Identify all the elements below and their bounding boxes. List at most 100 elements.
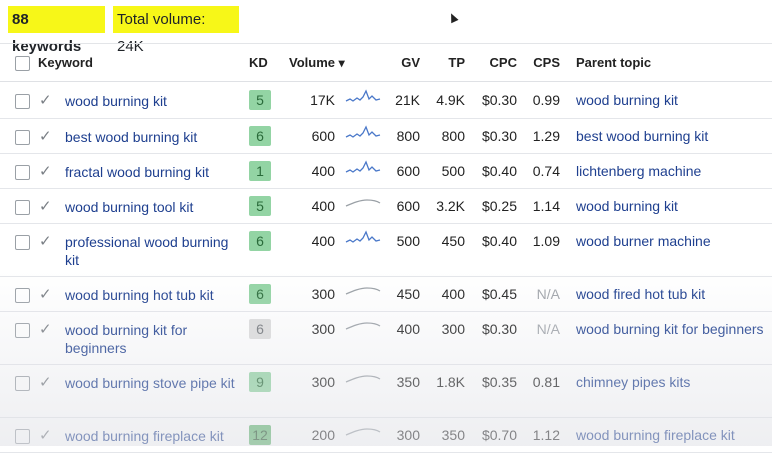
keyword-link[interactable]: professional wood burning kit bbox=[65, 233, 245, 269]
keyword-summary: 88 keywords Total volume: 24K bbox=[0, 0, 772, 55]
cpc-value: $0.40 bbox=[481, 163, 517, 179]
checkmark-icon[interactable]: ✓ bbox=[39, 375, 52, 390]
cpc-value: $0.25 bbox=[481, 198, 517, 214]
cpc-value: $0.30 bbox=[481, 128, 517, 144]
cps-value: 0.81 bbox=[532, 374, 560, 390]
tp-value: 400 bbox=[441, 286, 465, 302]
checkmark-icon[interactable]: ✓ bbox=[39, 234, 52, 249]
keyword-link[interactable]: wood burning hot tub kit bbox=[65, 286, 245, 304]
tp-value: 800 bbox=[441, 128, 465, 144]
table-row: ✓ wood burning kit 5 17K 21K 4.9K $0.30 0.99 woo… bbox=[0, 82, 772, 119]
kd-badge: 12 bbox=[249, 425, 271, 445]
kd-badge: 6 bbox=[249, 319, 271, 339]
parent-topic-link[interactable]: wood burning fireplace kit bbox=[576, 427, 772, 443]
tp-value: 300 bbox=[441, 321, 465, 337]
checkmark-icon[interactable]: ✓ bbox=[39, 93, 52, 108]
row-checkbox[interactable] bbox=[15, 429, 30, 444]
column-volume[interactable]: Volume ▾ bbox=[289, 44, 345, 81]
volume-value: 600 bbox=[311, 128, 335, 144]
parent-topic-link[interactable]: wood burner machine bbox=[576, 233, 772, 249]
parent-topic-link[interactable]: wood burning kit bbox=[576, 92, 772, 108]
keyword-link[interactable]: wood burning fireplace kit bbox=[65, 427, 245, 445]
parent-topic-link[interactable]: wood burning kit for beginners bbox=[576, 321, 772, 337]
volume-value: 300 bbox=[311, 374, 335, 390]
column-gv[interactable]: GV bbox=[380, 44, 420, 81]
checkmark-icon[interactable]: ✓ bbox=[39, 199, 52, 214]
row-checkbox[interactable] bbox=[15, 130, 30, 145]
gv-value: 500 bbox=[396, 233, 420, 249]
keyword-link[interactable]: fractal wood burning kit bbox=[65, 163, 245, 181]
cps-value: 1.09 bbox=[532, 233, 560, 249]
table-row: ✓ wood burning kit for beginners 6 300 400 30… bbox=[0, 311, 772, 365]
trend-sparkline bbox=[345, 230, 381, 243]
keyword-link[interactable]: wood burning kit for beginners bbox=[65, 321, 245, 357]
cps-value: 0.74 bbox=[532, 163, 560, 179]
checkmark-icon[interactable]: ✓ bbox=[39, 287, 52, 302]
table-row: ✓ fractal wood burning kit 1 400 600 500 $0.40… bbox=[0, 153, 772, 189]
gv-value: 300 bbox=[396, 427, 420, 443]
checkmark-icon[interactable]: ✓ bbox=[39, 129, 52, 144]
trend-sparkline bbox=[345, 125, 381, 138]
trend-sparkline bbox=[345, 322, 381, 330]
keyword-link[interactable]: wood burning stove pipe kit bbox=[65, 374, 245, 392]
parent-topic-link[interactable]: best wood burning kit bbox=[576, 128, 772, 144]
kd-badge: 5 bbox=[249, 196, 271, 216]
cps-value: 1.14 bbox=[532, 198, 560, 214]
kd-badge: 1 bbox=[249, 161, 271, 181]
column-volume-label: Volume bbox=[289, 55, 335, 70]
cps-value: N/A bbox=[536, 286, 560, 302]
row-checkbox[interactable] bbox=[15, 94, 30, 109]
cpc-value: $0.70 bbox=[481, 427, 517, 443]
cps-value: 1.29 bbox=[532, 128, 560, 144]
cps-value: 1.12 bbox=[532, 427, 560, 443]
tp-value: 450 bbox=[441, 233, 465, 249]
gv-value: 600 bbox=[396, 198, 420, 214]
row-checkbox[interactable] bbox=[15, 323, 30, 338]
checkmark-icon[interactable]: ✓ bbox=[39, 428, 52, 443]
parent-topic-link[interactable]: lichtenberg machine bbox=[576, 163, 772, 179]
volume-value: 400 bbox=[311, 233, 335, 249]
cpc-value: $0.30 bbox=[481, 321, 517, 337]
checkmark-icon[interactable]: ✓ bbox=[39, 164, 52, 179]
cps-value: N/A bbox=[536, 321, 560, 337]
row-checkbox[interactable] bbox=[15, 165, 30, 180]
row-checkbox[interactable] bbox=[15, 200, 30, 215]
gv-value: 450 bbox=[396, 286, 420, 302]
cpc-value: $0.30 bbox=[481, 92, 517, 108]
mouse-cursor-icon bbox=[447, 11, 459, 24]
column-keyword[interactable]: Keyword bbox=[38, 44, 93, 81]
cps-value: 0.99 bbox=[532, 92, 560, 108]
table-row: ✓ wood burning fireplace kit 12 200 300 350 $0… bbox=[0, 417, 772, 453]
trend-sparkline bbox=[345, 89, 381, 102]
checkmark-icon[interactable]: ✓ bbox=[39, 322, 52, 337]
tp-value: 1.8K bbox=[436, 374, 465, 390]
table-row: ✓ wood burning tool kit 5 400 600 3.2K $0.25 1.… bbox=[0, 188, 772, 224]
column-tp[interactable]: TP bbox=[425, 44, 465, 81]
parent-topic-link[interactable]: wood fired hot tub kit bbox=[576, 286, 772, 302]
trend-sparkline bbox=[345, 287, 381, 295]
kd-badge: 6 bbox=[249, 284, 271, 304]
volume-value: 300 bbox=[311, 286, 335, 302]
column-cpc[interactable]: CPC bbox=[470, 44, 517, 81]
tp-value: 4.9K bbox=[436, 92, 465, 108]
cpc-value: $0.35 bbox=[481, 374, 517, 390]
kd-badge: 6 bbox=[249, 126, 271, 146]
keywords-count: 88 keywords bbox=[8, 6, 105, 55]
keyword-link[interactable]: wood burning tool kit bbox=[65, 198, 245, 216]
table-row: ✓ professional wood burning kit 6 400 500 450… bbox=[0, 223, 772, 277]
keyword-link[interactable]: best wood burning kit bbox=[65, 128, 245, 146]
select-all-checkbox[interactable] bbox=[15, 56, 30, 71]
table-row: ✓ best wood burning kit 6 600 800 800 $0.30 1.2… bbox=[0, 118, 772, 154]
column-parent-topic[interactable]: Parent topic bbox=[576, 44, 651, 81]
cpc-value: $0.40 bbox=[481, 233, 517, 249]
row-checkbox[interactable] bbox=[15, 235, 30, 250]
gv-value: 800 bbox=[396, 128, 420, 144]
column-cps[interactable]: CPS bbox=[520, 44, 560, 81]
parent-topic-link[interactable]: chimney pipes kits bbox=[576, 374, 772, 390]
keyword-link[interactable]: wood burning kit bbox=[65, 92, 245, 110]
parent-topic-link[interactable]: wood burning kit bbox=[576, 198, 772, 214]
row-checkbox[interactable] bbox=[15, 288, 30, 303]
kd-badge: 6 bbox=[249, 231, 271, 251]
row-checkbox[interactable] bbox=[15, 376, 30, 391]
column-kd[interactable]: KD bbox=[249, 44, 268, 81]
